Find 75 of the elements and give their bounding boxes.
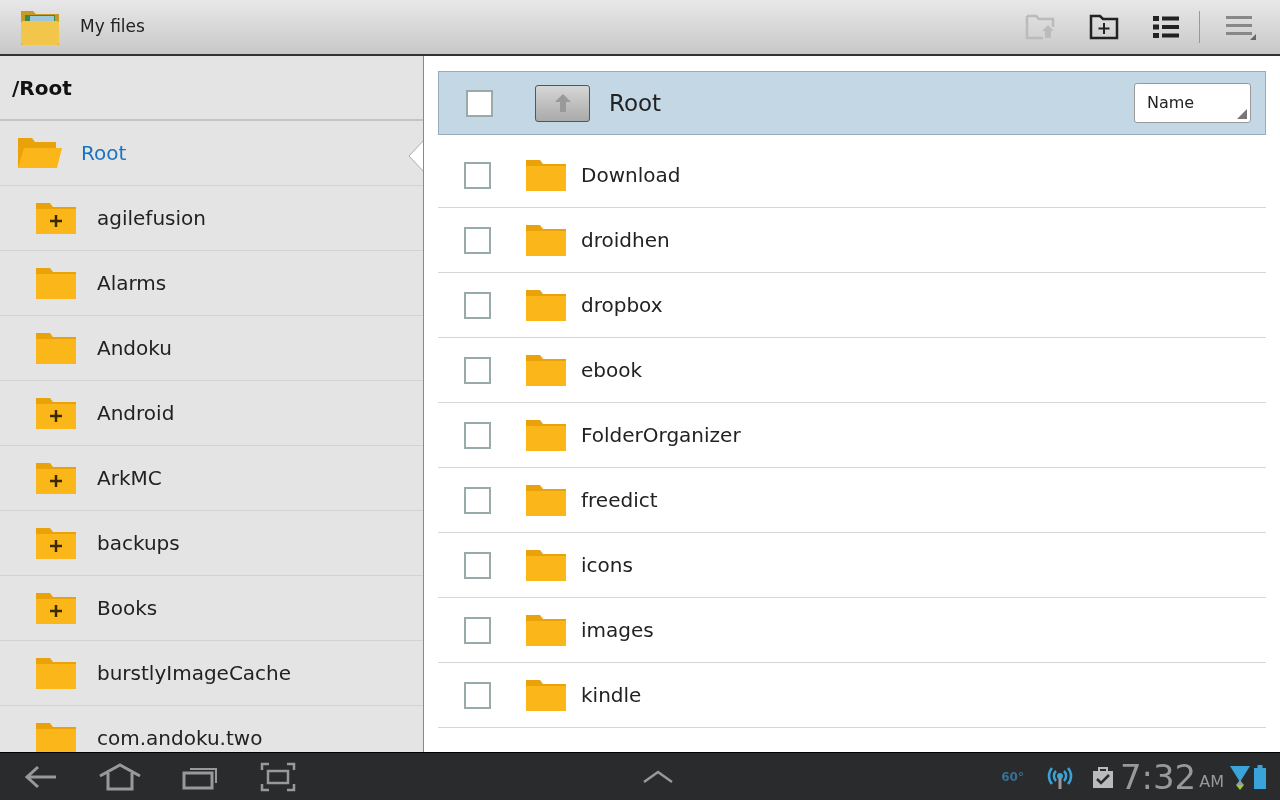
folder-icon [35,266,77,300]
expand-icon[interactable] [642,769,674,784]
file-row[interactable]: dropbox [438,273,1266,338]
folder-tree-item[interactable]: burstlyImageCache [0,641,423,706]
folder-name: icons [581,552,633,579]
folder-icon [525,158,567,192]
folder-plus-icon [35,461,77,495]
wifi-icon [1230,763,1250,790]
folder-icon [525,483,567,517]
folder-name: FolderOrganizer [581,422,741,449]
folder-name: ebook [581,357,643,384]
folder-name: droidhen [581,227,670,254]
folder-icon [35,331,77,365]
file-row[interactable]: Download [438,143,1266,208]
back-icon[interactable] [24,763,58,790]
checkbox[interactable] [464,161,491,189]
folder-tree-item[interactable]: backups [0,511,423,576]
folder-name: Download [581,162,681,189]
checkbox[interactable] [464,226,491,254]
file-row[interactable]: kindle [438,663,1266,728]
file-row[interactable]: ebook [438,338,1266,403]
file-row[interactable]: droidhen [438,208,1266,273]
folder-icon [525,288,567,322]
folder-icon [525,353,567,387]
folder-icon [525,418,567,452]
file-row[interactable]: images [438,598,1266,663]
folder-icon [35,656,77,690]
folder-plus-icon [35,591,77,625]
folder-tree-item[interactable]: Alarms [0,251,423,316]
sort-dropdown[interactable]: Name [1134,83,1251,123]
folder-name: dropbox [581,292,663,319]
open-folder-icon [17,137,63,169]
folder-tree-item[interactable]: agilefusion [0,186,423,251]
folder-tree-item[interactable]: Android [0,381,423,446]
folder-title: Root [609,88,662,118]
select-all-checkbox[interactable] [466,89,493,117]
checkbox[interactable] [464,291,491,319]
list-view-icon[interactable] [1153,16,1179,38]
checkbox[interactable] [464,681,491,709]
folder-home-icon[interactable] [1025,14,1057,40]
checkbox[interactable] [464,356,491,384]
menu-icon[interactable] [1226,14,1256,40]
file-row[interactable]: icons [438,533,1266,598]
checkbox[interactable] [464,421,491,449]
folder-tree-item[interactable]: Books [0,576,423,641]
folder-tree-item[interactable]: ArkMC [0,446,423,511]
home-icon[interactable] [98,762,142,791]
checkbox[interactable] [464,551,491,579]
folder-icon [525,613,567,647]
folder-name: freedict [581,487,658,514]
folder-tree-item[interactable]: Andoku [0,316,423,381]
checkbox[interactable] [464,486,491,514]
clock-meridiem: AM [1199,770,1224,793]
folder-name: images [581,617,654,644]
checkbox[interactable] [464,616,491,644]
shopping-bag-icon [1091,764,1114,789]
folder-plus-icon [35,201,77,235]
folder-icon [525,678,567,712]
folder-icon [525,548,567,582]
folder-icon [525,223,567,257]
folder-plus-icon [35,526,77,560]
folder-icon [35,721,77,752]
temperature: 60° [1001,768,1024,786]
folder-icon[interactable] [20,8,60,46]
folder-plus-icon [35,396,77,430]
screenshot-icon[interactable] [260,761,296,792]
folder-name: kindle [581,682,642,709]
app-title: My files [80,15,145,39]
file-row[interactable]: FolderOrganizer [438,403,1266,468]
up-button[interactable] [535,84,590,122]
new-folder-icon[interactable] [1089,14,1119,40]
file-row[interactable]: freedict [438,468,1266,533]
battery-icon [1254,764,1266,789]
current-path: /Root [12,74,72,102]
clock-time: 7:32 [1119,759,1197,794]
